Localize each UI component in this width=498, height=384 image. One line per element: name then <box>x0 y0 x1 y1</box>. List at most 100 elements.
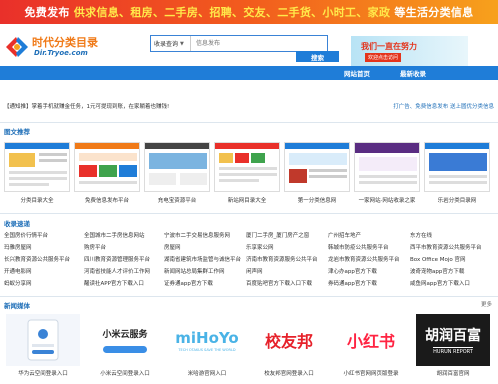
link-item[interactable]: 湖南省建筑市场监管与诚信平台 <box>164 255 244 263</box>
media-card[interactable]: 小红书 小红书官网网页版登录 <box>330 314 412 380</box>
chevron-down-icon: ▼ <box>180 40 184 47</box>
link-item[interactable]: 韩城市防疫公共服务平台 <box>328 243 408 251</box>
huawei-screenshot <box>6 314 80 366</box>
link-item[interactable]: 济南市教育资源服务公共平台 <box>246 255 326 263</box>
picture-caption: 第一分类信息网 <box>297 198 337 204</box>
site-logo[interactable]: 时代分类目录 Dir.Tryoe.com <box>4 32 132 62</box>
logo-url: Dir.Tryoe.com <box>34 49 88 57</box>
link-item[interactable]: 房屋网 <box>164 243 244 251</box>
xiaomi-cloud-logo: 小米云服务 <box>88 314 162 366</box>
top-banner[interactable]: 免费发布 供求信息、租房、二手房、招聘、交友、二手货、小时工、家政 等生活分类信… <box>0 0 498 24</box>
link-item[interactable]: 东方在线 <box>410 231 496 239</box>
site-header: 时代分类目录 Dir.Tryoe.com 收录查询▼ 搜索 我们一直在努力 欢迎… <box>0 26 498 68</box>
link-item[interactable]: 宁波市二手交易信息服务网 <box>164 231 244 239</box>
media-caption: 胡润百富官网 <box>436 371 470 377</box>
picture-card[interactable]: 第一分类信息网 <box>280 138 354 208</box>
link-item[interactable]: 乐享家公网 <box>246 243 326 251</box>
link-item[interactable]: 龙岩市教育资源公共服务平台 <box>328 255 408 263</box>
site-thumbnail <box>144 142 210 192</box>
ad-text: 我们一直在努力 <box>361 42 417 51</box>
section-title-links: 收录速递 <box>4 220 30 228</box>
media-card[interactable]: 华为云空间登录入口 <box>2 314 84 380</box>
picture-caption: 新站网目录大全 <box>227 198 267 204</box>
media-caption: 米哈游官网入口 <box>187 371 227 377</box>
site-thumbnail <box>354 142 420 192</box>
picture-card[interactable]: 分类目录大全 <box>0 138 74 208</box>
media-card[interactable]: miHoYo TECH OTAKUS SAVE THE WORLD 米哈游官网入… <box>166 314 248 380</box>
link-item[interactable]: 玛雅房屋网 <box>4 243 82 251</box>
header-ad-banner[interactable]: 我们一直在努力 欢迎点击访问 <box>351 36 468 66</box>
xiaoyoubang-logo: 校友邦 <box>252 314 326 366</box>
brand-name: miHoYo <box>175 328 239 347</box>
notice-link[interactable]: 【通知推】掌着手机就赚金任务，1元可提现到账，在家躺着也赚钱! <box>4 102 169 110</box>
ad-subtext: 欢迎点击访问 <box>365 53 402 62</box>
picture-card[interactable]: 充电宝资源平台 <box>140 138 214 208</box>
phone-login-icon <box>27 319 59 361</box>
brand-tagline: HURUN REPORT <box>433 347 473 355</box>
media-card[interactable]: 胡润百富 HURUN REPORT 胡润百富官网 <box>412 314 494 380</box>
picture-caption: 乐岩分类目录网 <box>437 198 477 204</box>
media-caption: 华为云空间登录入口 <box>18 371 68 377</box>
picture-card[interactable]: 一家网站·网站收录之家 <box>350 138 424 208</box>
hurun-logo: 胡润百富 HURUN REPORT <box>416 314 490 366</box>
link-item[interactable]: Box Office Mojo 官网 <box>410 255 496 263</box>
picture-caption: 分类目录大全 <box>20 198 54 204</box>
link-item[interactable]: 百度贴吧官方下载入口下载 <box>246 279 326 287</box>
media-card[interactable]: 小米云服务 小米云空间登录入口 <box>84 314 166 380</box>
search-button[interactable]: 搜索 <box>296 51 339 62</box>
link-item[interactable]: 闲声网 <box>246 267 326 275</box>
link-item[interactable]: 全国城市二手房信息网站 <box>84 231 162 239</box>
link-item[interactable]: 蚂蚁分享网 <box>4 279 82 287</box>
link-item[interactable]: 津心办app官方下载 <box>328 267 408 275</box>
nav-latest[interactable]: 最新收录 <box>400 66 426 80</box>
picture-card[interactable]: 乐岩分类目录网 <box>420 138 494 208</box>
divider <box>0 213 498 214</box>
picture-caption: 一家网站·网站收录之家 <box>358 198 416 204</box>
section-title-media: 新闻媒体 <box>4 302 30 310</box>
brand-tagline: TECH OTAKUS SAVE THE WORLD <box>178 347 236 352</box>
divider <box>0 296 498 297</box>
site-thumbnail <box>4 142 70 192</box>
more-link[interactable]: 更多 <box>481 300 492 308</box>
link-item[interactable]: 证券通app官方下载 <box>164 279 244 287</box>
site-thumbnail <box>74 142 140 192</box>
link-item[interactable]: 新闻网站总局集群工作网 <box>164 267 244 275</box>
picture-recommend-row: 分类目录大全 免费信息发布平台 充电宝资源平台 新站网目录大全 第一分类信息网 … <box>0 138 498 208</box>
search-type-select[interactable]: 收录查询 ▼ <box>151 36 191 51</box>
mihoyo-logo: miHoYo TECH OTAKUS SAVE THE WORLD <box>170 314 244 366</box>
link-item[interactable]: 四川教育资源管理服务平台 <box>84 255 162 263</box>
site-thumbnail <box>214 142 280 192</box>
search-input[interactable] <box>191 36 327 51</box>
picture-card[interactable]: 免费信息发布平台 <box>70 138 144 208</box>
media-caption: 校友邦官网登录入口 <box>264 371 314 377</box>
media-card[interactable]: 校友邦 校友邦官网登录入口 <box>248 314 330 380</box>
media-caption: 小红书官网网页版登录 <box>343 371 399 377</box>
divider <box>0 122 498 123</box>
main-nav: 网站首页 最新收录 <box>0 66 498 80</box>
link-item[interactable]: 醒读社APP官方下载入口 <box>84 279 162 287</box>
link-item[interactable]: 西平市教育资源公共服务平台 <box>410 243 496 251</box>
link-item[interactable]: 波奇宠物app官方下载 <box>410 267 496 275</box>
link-item[interactable]: 长兴教育资源公共服务平台 <box>4 255 82 263</box>
brand-name: 胡润百富 <box>425 328 481 344</box>
site-thumbnail <box>284 142 350 192</box>
banner-slogan: 免费发布 供求信息、租房、二手房、招聘、交友、二手货、小时工、家政 等生活分类信… <box>24 6 474 19</box>
link-item[interactable]: 河南省技能人才评价工作网 <box>84 267 162 275</box>
link-item[interactable]: 券码通app官方下载 <box>328 279 408 287</box>
logo-icon <box>6 37 28 57</box>
brand-name: 校友邦 <box>264 332 313 351</box>
ad-promo-link[interactable]: 打广告、免费信息发布 送上圆优分类信息 <box>393 102 494 110</box>
link-item[interactable]: 咸鱼网app官方下载入口 <box>410 279 496 287</box>
logo-title: 时代分类目录 <box>32 36 98 49</box>
link-item[interactable]: 广州招车地产 <box>328 231 408 239</box>
site-thumbnail <box>424 142 490 192</box>
media-row: 华为云空间登录入口 小米云服务 小米云空间登录入口 miHoYo TECH OT… <box>0 314 498 380</box>
link-item[interactable]: 开通电影网 <box>4 267 82 275</box>
link-item[interactable]: 厦门二手房_厦门房产之窗 <box>246 231 326 239</box>
picture-caption: 充电宝资源平台 <box>157 198 197 204</box>
nav-home[interactable]: 网站首页 <box>344 66 370 80</box>
section-title-pictures: 图文推荐 <box>4 128 30 136</box>
link-item[interactable]: 购房平台 <box>84 243 162 251</box>
picture-card[interactable]: 新站网目录大全 <box>210 138 284 208</box>
link-item[interactable]: 全国房价行情平台 <box>4 231 82 239</box>
